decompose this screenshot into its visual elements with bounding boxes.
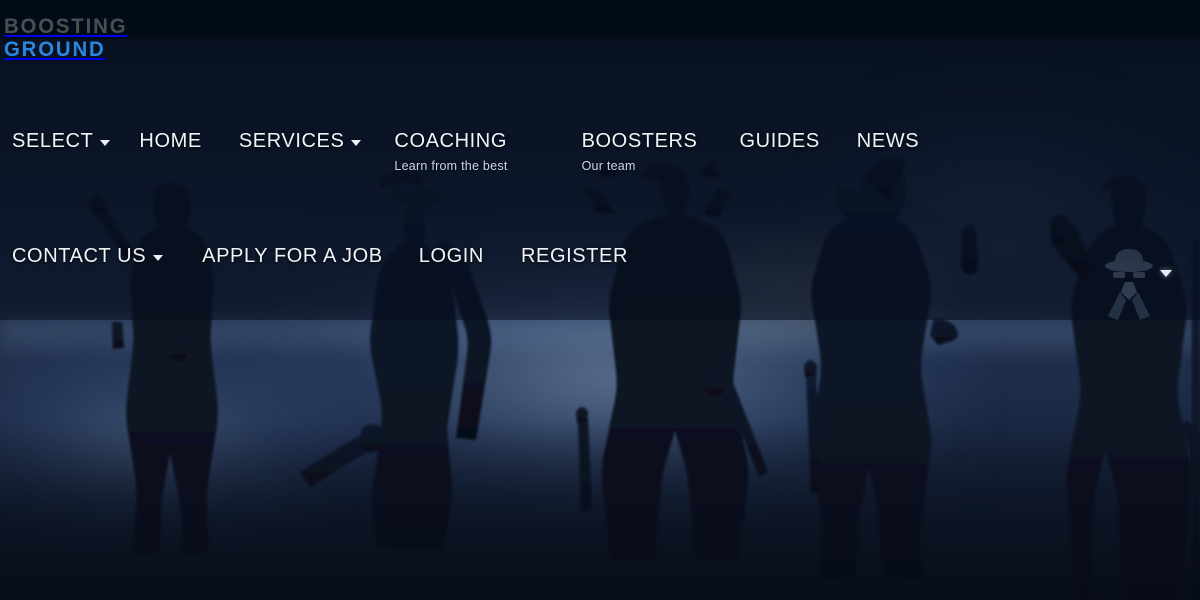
nav-item-home[interactable]: HOME: [139, 128, 201, 154]
nav-label-services: SERVICES: [238, 130, 345, 152]
nav-label-home: HOME: [139, 130, 202, 152]
nav-sublabel-coaching: Learn from the best: [394, 159, 508, 173]
nav-label-contact-us: CONTACT US: [12, 245, 147, 267]
logo-line-boosting: BOOSTING: [4, 15, 128, 38]
nav-label-news: NEWS: [856, 130, 920, 152]
nav-item-guides[interactable]: GUIDES: [740, 128, 820, 154]
nav-label-guides: GUIDES: [739, 130, 820, 152]
nav-label-register: REGISTER: [520, 245, 629, 267]
topbar-band: [0, 0, 1200, 39]
logo-line-ground: GROUND: [4, 38, 106, 61]
nav-label-select: SELECT: [12, 130, 94, 152]
nav-sublabel-boosters: Our team: [581, 159, 636, 173]
hero-ground-shadow: [0, 420, 1200, 600]
nav-item-news[interactable]: NEWS: [857, 128, 919, 154]
nav-label-coaching: COACHING: [394, 130, 507, 152]
nav-label-login: LOGIN: [418, 245, 484, 267]
nav-item-register[interactable]: REGISTER: [521, 243, 628, 269]
nav-item-services[interactable]: SERVICES: [239, 128, 362, 154]
chevron-down-icon: [351, 139, 362, 146]
nav-item-select[interactable]: SELECT: [12, 128, 111, 154]
nav-label-boosters: BOOSTERS: [581, 130, 698, 152]
nav-label-apply-for-a-job: APPLY FOR A JOB: [202, 245, 383, 267]
chevron-down-icon: [100, 139, 111, 146]
nav-item-login[interactable]: LOGIN: [419, 243, 484, 269]
nav-item-boosters[interactable]: BOOSTERS Our team: [582, 128, 698, 173]
main-navigation: SELECT HOME SERVICES COACHING Learn from…: [0, 128, 1200, 269]
nav-row-primary: SELECT HOME SERVICES COACHING Learn from…: [0, 128, 1200, 173]
site-logo[interactable]: BOOSTING GROUND: [4, 16, 131, 60]
corner-chevron-down-icon[interactable]: [1160, 270, 1172, 277]
page-root: BOOSTING GROUND SELECT HOME SERVICES COA…: [0, 0, 1200, 600]
nav-row-secondary: CONTACT US APPLY FOR A JOB LOGIN REGISTE…: [0, 243, 1200, 269]
nav-item-coaching[interactable]: COACHING Learn from the best: [394, 128, 507, 173]
chevron-down-icon: [153, 254, 164, 261]
nav-item-contact-us[interactable]: CONTACT US: [12, 243, 164, 269]
nav-item-apply-for-a-job[interactable]: APPLY FOR A JOB: [202, 243, 383, 269]
